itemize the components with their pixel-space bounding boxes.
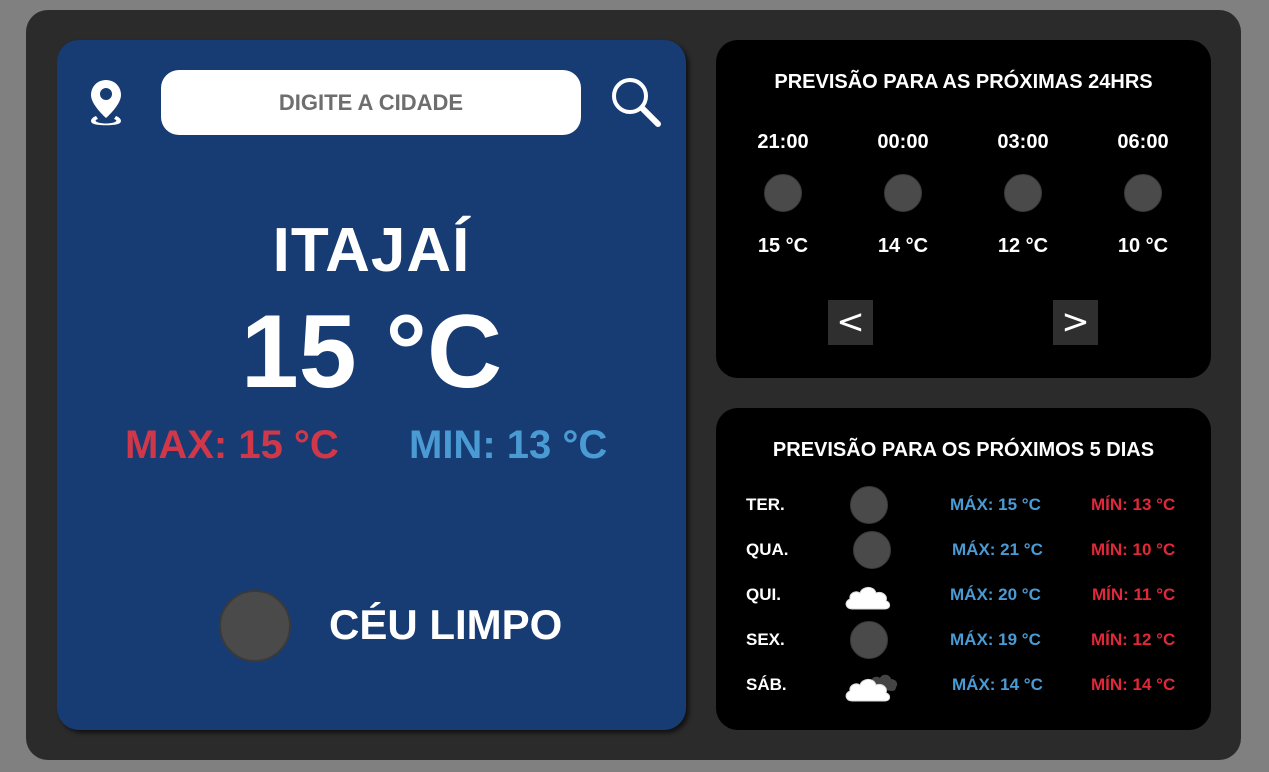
hourly-time: 06:00 xyxy=(1117,131,1169,153)
day-name: SEX. xyxy=(746,630,785,649)
hourly-prev-button[interactable]: < xyxy=(828,300,873,345)
min-temperature: MIN: 13 °C xyxy=(409,423,608,467)
day-max: MÁX: 19 °C xyxy=(950,630,1041,649)
day-max: MÁX: 15 °C xyxy=(950,495,1041,514)
hourly-temp: 14 °C xyxy=(877,235,929,257)
circle-icon xyxy=(850,621,888,659)
hourly-item: 06:00 10 °C xyxy=(1093,130,1193,258)
day-name: TER. xyxy=(746,495,785,514)
cloud-dark-icon xyxy=(845,674,898,702)
daily-row: SÁB. MÁX: 14 °C MÍN: 14 °C xyxy=(716,665,1211,705)
hourly-weather-icon xyxy=(1124,174,1162,212)
search-icon[interactable] xyxy=(608,74,664,130)
hourly-next-button[interactable]: > xyxy=(1053,300,1098,345)
weather-condition-text: CÉU LIMPO xyxy=(329,601,563,648)
day-name: SÁB. xyxy=(746,675,787,694)
daily-row: TER. MÁX: 15 °C MÍN: 13 °C xyxy=(716,485,1211,525)
hourly-temp: 12 °C xyxy=(997,235,1049,257)
daily-row: QUA. MÁX: 21 °C MÍN: 10 °C xyxy=(716,530,1211,570)
city-name: ITAJAÍ xyxy=(272,216,471,285)
hourly-time: 21:00 xyxy=(757,131,809,153)
hourly-weather-icon xyxy=(884,174,922,212)
hourly-forecast-title: PREVISÃO PARA AS PRÓXIMAS 24HRS xyxy=(774,71,1153,93)
hourly-forecast-card: PREVISÃO PARA AS PRÓXIMAS 24HRS 21:00 15… xyxy=(716,40,1211,378)
hourly-item: 21:00 15 °C xyxy=(733,130,833,258)
current-weather-card: ITAJAÍ 15 °C MAX: 15 °C MIN: 13 °C CÉU L… xyxy=(57,40,686,730)
hourly-temp: 10 °C xyxy=(1117,235,1169,257)
daily-forecast-card: PREVISÃO PARA OS PRÓXIMOS 5 DIAS TER. MÁ… xyxy=(716,408,1211,730)
hourly-time: 00:00 xyxy=(877,131,929,153)
hourly-item: 00:00 14 °C xyxy=(853,130,953,258)
day-min: MÍN: 13 °C xyxy=(1091,495,1176,514)
max-temperature: MAX: 15 °C xyxy=(125,423,339,467)
city-search-input[interactable] xyxy=(161,70,581,135)
day-min: MÍN: 14 °C xyxy=(1091,675,1176,694)
daily-row: SEX. MÁX: 19 °C MÍN: 12 °C xyxy=(716,620,1211,660)
day-min: MÍN: 10 °C xyxy=(1091,540,1176,559)
location-pin-icon[interactable] xyxy=(88,78,124,128)
day-min: MÍN: 11 °C xyxy=(1092,585,1176,604)
circle-icon xyxy=(850,486,888,524)
weather-condition-icon xyxy=(219,590,291,662)
day-name: QUI. xyxy=(746,585,781,604)
cloud-icon xyxy=(845,586,891,610)
day-max: MÁX: 14 °C xyxy=(952,675,1043,694)
daily-row: QUI. MÁX: 20 °C MÍN: 11 °C xyxy=(716,575,1211,615)
daily-forecast-title: PREVISÃO PARA OS PRÓXIMOS 5 DIAS xyxy=(772,439,1155,461)
circle-icon xyxy=(853,531,891,569)
day-max: MÁX: 20 °C xyxy=(950,585,1041,604)
hourly-time: 03:00 xyxy=(997,131,1049,153)
day-max: MÁX: 21 °C xyxy=(952,540,1043,559)
day-name: QUA. xyxy=(746,540,789,559)
hourly-item: 03:00 12 °C xyxy=(973,130,1073,258)
day-min: MÍN: 12 °C xyxy=(1091,630,1176,649)
hourly-temp: 15 °C xyxy=(757,235,809,257)
hourly-weather-icon xyxy=(1004,174,1042,212)
hourly-weather-icon xyxy=(764,174,802,212)
current-temperature: 15 °C xyxy=(240,294,503,410)
